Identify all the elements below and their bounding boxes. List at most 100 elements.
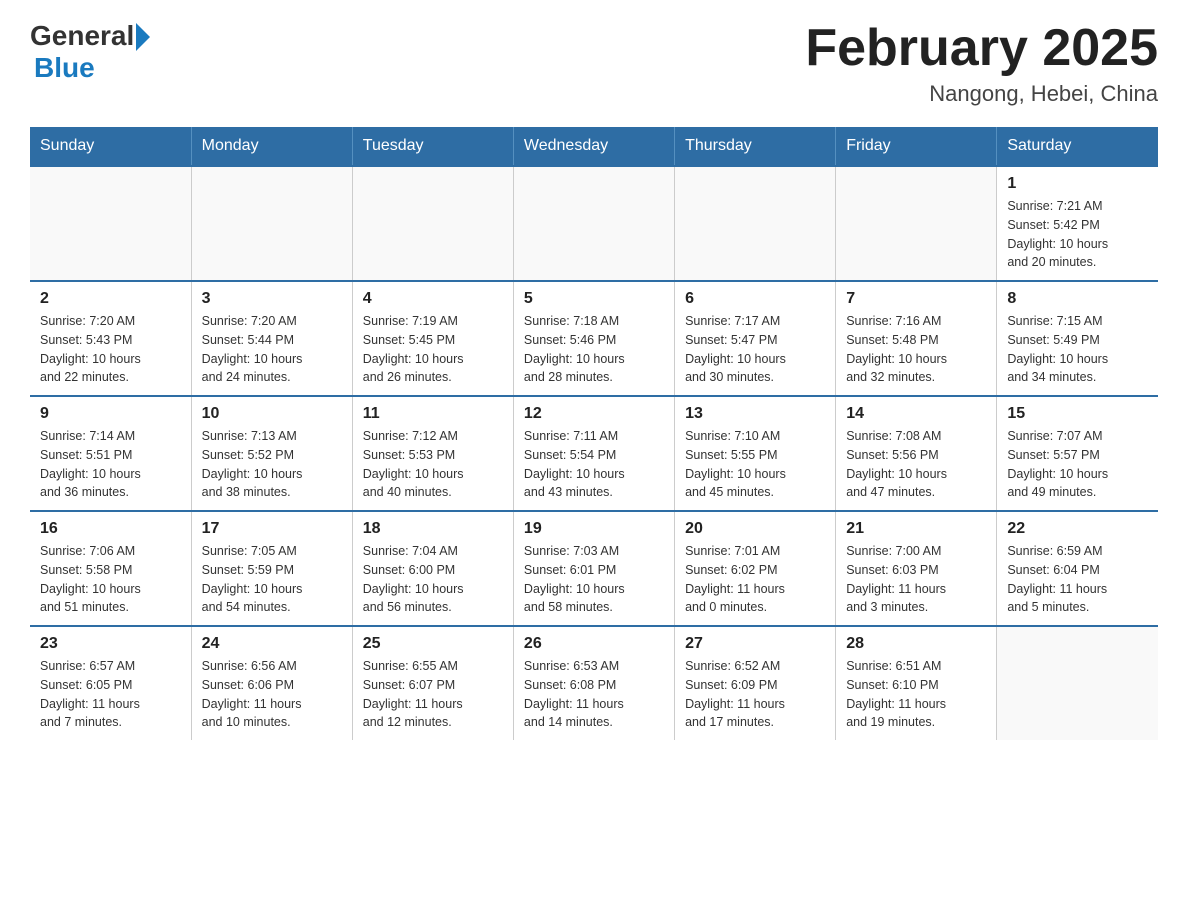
day-number: 12: [524, 405, 664, 423]
calendar-cell: 20 Sunrise: 7:01 AM Sunset: 6:02 PM Dayli…: [675, 511, 836, 626]
day-info: Sunrise: 6:52 AM Sunset: 6:09 PM Dayligh…: [685, 657, 825, 732]
day-number: 7: [846, 290, 986, 308]
day-info: Sunrise: 7:15 AM Sunset: 5:49 PM Dayligh…: [1007, 312, 1148, 387]
day-info: Sunrise: 6:51 AM Sunset: 6:10 PM Dayligh…: [846, 657, 986, 732]
calendar-header-row: SundayMondayTuesdayWednesdayThursdayFrid…: [30, 127, 1158, 166]
logo: General Blue: [30, 20, 150, 84]
header-monday: Monday: [191, 127, 352, 166]
day-number: 5: [524, 290, 664, 308]
day-info: Sunrise: 6:53 AM Sunset: 6:08 PM Dayligh…: [524, 657, 664, 732]
calendar-cell: 1 Sunrise: 7:21 AM Sunset: 5:42 PM Daylig…: [997, 166, 1158, 281]
location: Nangong, Hebei, China: [805, 81, 1158, 107]
day-number: 17: [202, 520, 342, 538]
calendar-cell: 10Sunrise: 7:13 AM Sunset: 5:52 PM Dayli…: [191, 396, 352, 511]
calendar-cell: [997, 626, 1158, 740]
day-number: 21: [846, 520, 986, 538]
day-info: Sunrise: 6:59 AM Sunset: 6:04 PM Dayligh…: [1007, 542, 1148, 617]
day-info: Sunrise: 7:16 AM Sunset: 5:48 PM Dayligh…: [846, 312, 986, 387]
calendar-cell: [191, 166, 352, 281]
day-info: Sunrise: 7:21 AM Sunset: 5:42 PM Dayligh…: [1007, 197, 1148, 272]
day-number: 14: [846, 405, 986, 423]
day-info: Sunrise: 7:03 AM Sunset: 6:01 PM Dayligh…: [524, 542, 664, 617]
calendar-cell: 25 Sunrise: 6:55 AM Sunset: 6:07 PM Dayli…: [352, 626, 513, 740]
calendar-cell: 7 Sunrise: 7:16 AM Sunset: 5:48 PM Daylig…: [836, 281, 997, 396]
day-number: 28: [846, 635, 986, 653]
day-info: Sunrise: 7:11 AM Sunset: 5:54 PM Dayligh…: [524, 427, 664, 502]
day-info: Sunrise: 7:12 AM Sunset: 5:53 PM Dayligh…: [363, 427, 503, 502]
day-info: Sunrise: 6:56 AM Sunset: 6:06 PM Dayligh…: [202, 657, 342, 732]
day-number: 25: [363, 635, 503, 653]
day-number: 26: [524, 635, 664, 653]
calendar-cell: 8Sunrise: 7:15 AM Sunset: 5:49 PM Daylig…: [997, 281, 1158, 396]
day-info: Sunrise: 7:10 AM Sunset: 5:55 PM Dayligh…: [685, 427, 825, 502]
day-info: Sunrise: 7:01 AM Sunset: 6:02 PM Dayligh…: [685, 542, 825, 617]
day-number: 24: [202, 635, 342, 653]
day-info: Sunrise: 7:19 AM Sunset: 5:45 PM Dayligh…: [363, 312, 503, 387]
day-info: Sunrise: 7:00 AM Sunset: 6:03 PM Dayligh…: [846, 542, 986, 617]
day-info: Sunrise: 7:20 AM Sunset: 5:43 PM Dayligh…: [40, 312, 181, 387]
day-number: 10: [202, 405, 342, 423]
calendar-cell: 19 Sunrise: 7:03 AM Sunset: 6:01 PM Dayli…: [513, 511, 674, 626]
day-info: Sunrise: 7:20 AM Sunset: 5:44 PM Dayligh…: [202, 312, 342, 387]
header-tuesday: Tuesday: [352, 127, 513, 166]
calendar-cell: 3 Sunrise: 7:20 AM Sunset: 5:44 PM Daylig…: [191, 281, 352, 396]
header-thursday: Thursday: [675, 127, 836, 166]
day-number: 19: [524, 520, 664, 538]
calendar-week-row: 9 Sunrise: 7:14 AM Sunset: 5:51 PM Daylig…: [30, 396, 1158, 511]
day-number: 13: [685, 405, 825, 423]
day-number: 4: [363, 290, 503, 308]
header-friday: Friday: [836, 127, 997, 166]
calendar-cell: 27 Sunrise: 6:52 AM Sunset: 6:09 PM Dayli…: [675, 626, 836, 740]
day-number: 27: [685, 635, 825, 653]
day-number: 3: [202, 290, 342, 308]
day-info: Sunrise: 6:55 AM Sunset: 6:07 PM Dayligh…: [363, 657, 503, 732]
day-info: Sunrise: 7:18 AM Sunset: 5:46 PM Dayligh…: [524, 312, 664, 387]
day-info: Sunrise: 7:17 AM Sunset: 5:47 PM Dayligh…: [685, 312, 825, 387]
day-info: Sunrise: 7:06 AM Sunset: 5:58 PM Dayligh…: [40, 542, 181, 617]
title-block: February 2025 Nangong, Hebei, China: [805, 20, 1158, 107]
day-number: 23: [40, 635, 181, 653]
calendar-cell: 11 Sunrise: 7:12 AM Sunset: 5:53 PM Dayli…: [352, 396, 513, 511]
calendar-table: SundayMondayTuesdayWednesdayThursdayFrid…: [30, 127, 1158, 740]
header-saturday: Saturday: [997, 127, 1158, 166]
calendar-cell: [30, 166, 191, 281]
day-number: 16: [40, 520, 181, 538]
calendar-cell: [836, 166, 997, 281]
calendar-cell: 21 Sunrise: 7:00 AM Sunset: 6:03 PM Dayli…: [836, 511, 997, 626]
day-number: 22: [1007, 520, 1148, 538]
day-number: 20: [685, 520, 825, 538]
calendar-cell: 22 Sunrise: 6:59 AM Sunset: 6:04 PM Dayli…: [997, 511, 1158, 626]
calendar-cell: 9 Sunrise: 7:14 AM Sunset: 5:51 PM Daylig…: [30, 396, 191, 511]
day-info: Sunrise: 7:04 AM Sunset: 6:00 PM Dayligh…: [363, 542, 503, 617]
calendar-cell: 14 Sunrise: 7:08 AM Sunset: 5:56 PM Dayli…: [836, 396, 997, 511]
calendar-cell: 17Sunrise: 7:05 AM Sunset: 5:59 PM Dayli…: [191, 511, 352, 626]
calendar-cell: 26 Sunrise: 6:53 AM Sunset: 6:08 PM Dayli…: [513, 626, 674, 740]
day-number: 9: [40, 405, 181, 423]
calendar-cell: 16 Sunrise: 7:06 AM Sunset: 5:58 PM Dayli…: [30, 511, 191, 626]
page-header: General Blue February 2025 Nangong, Hebe…: [30, 20, 1158, 107]
calendar-cell: 23 Sunrise: 6:57 AM Sunset: 6:05 PM Dayli…: [30, 626, 191, 740]
header-wednesday: Wednesday: [513, 127, 674, 166]
day-number: 15: [1007, 405, 1148, 423]
calendar-cell: 6 Sunrise: 7:17 AM Sunset: 5:47 PM Daylig…: [675, 281, 836, 396]
day-info: Sunrise: 6:57 AM Sunset: 6:05 PM Dayligh…: [40, 657, 181, 732]
calendar-cell: [352, 166, 513, 281]
calendar-week-row: 1 Sunrise: 7:21 AM Sunset: 5:42 PM Daylig…: [30, 166, 1158, 281]
day-number: 1: [1007, 175, 1148, 193]
day-info: Sunrise: 7:08 AM Sunset: 5:56 PM Dayligh…: [846, 427, 986, 502]
calendar-cell: 28 Sunrise: 6:51 AM Sunset: 6:10 PM Dayli…: [836, 626, 997, 740]
day-number: 6: [685, 290, 825, 308]
calendar-cell: [675, 166, 836, 281]
calendar-week-row: 2Sunrise: 7:20 AM Sunset: 5:43 PM Daylig…: [30, 281, 1158, 396]
day-info: Sunrise: 7:14 AM Sunset: 5:51 PM Dayligh…: [40, 427, 181, 502]
logo-blue: Blue: [34, 52, 95, 84]
logo-general: General: [30, 20, 134, 52]
logo-arrow-icon: [136, 23, 150, 51]
calendar-cell: 12 Sunrise: 7:11 AM Sunset: 5:54 PM Dayli…: [513, 396, 674, 511]
day-number: 11: [363, 405, 503, 423]
day-info: Sunrise: 7:07 AM Sunset: 5:57 PM Dayligh…: [1007, 427, 1148, 502]
calendar-cell: 4 Sunrise: 7:19 AM Sunset: 5:45 PM Daylig…: [352, 281, 513, 396]
calendar-cell: 13 Sunrise: 7:10 AM Sunset: 5:55 PM Dayli…: [675, 396, 836, 511]
month-title: February 2025: [805, 20, 1158, 77]
calendar-cell: 15 Sunrise: 7:07 AM Sunset: 5:57 PM Dayli…: [997, 396, 1158, 511]
